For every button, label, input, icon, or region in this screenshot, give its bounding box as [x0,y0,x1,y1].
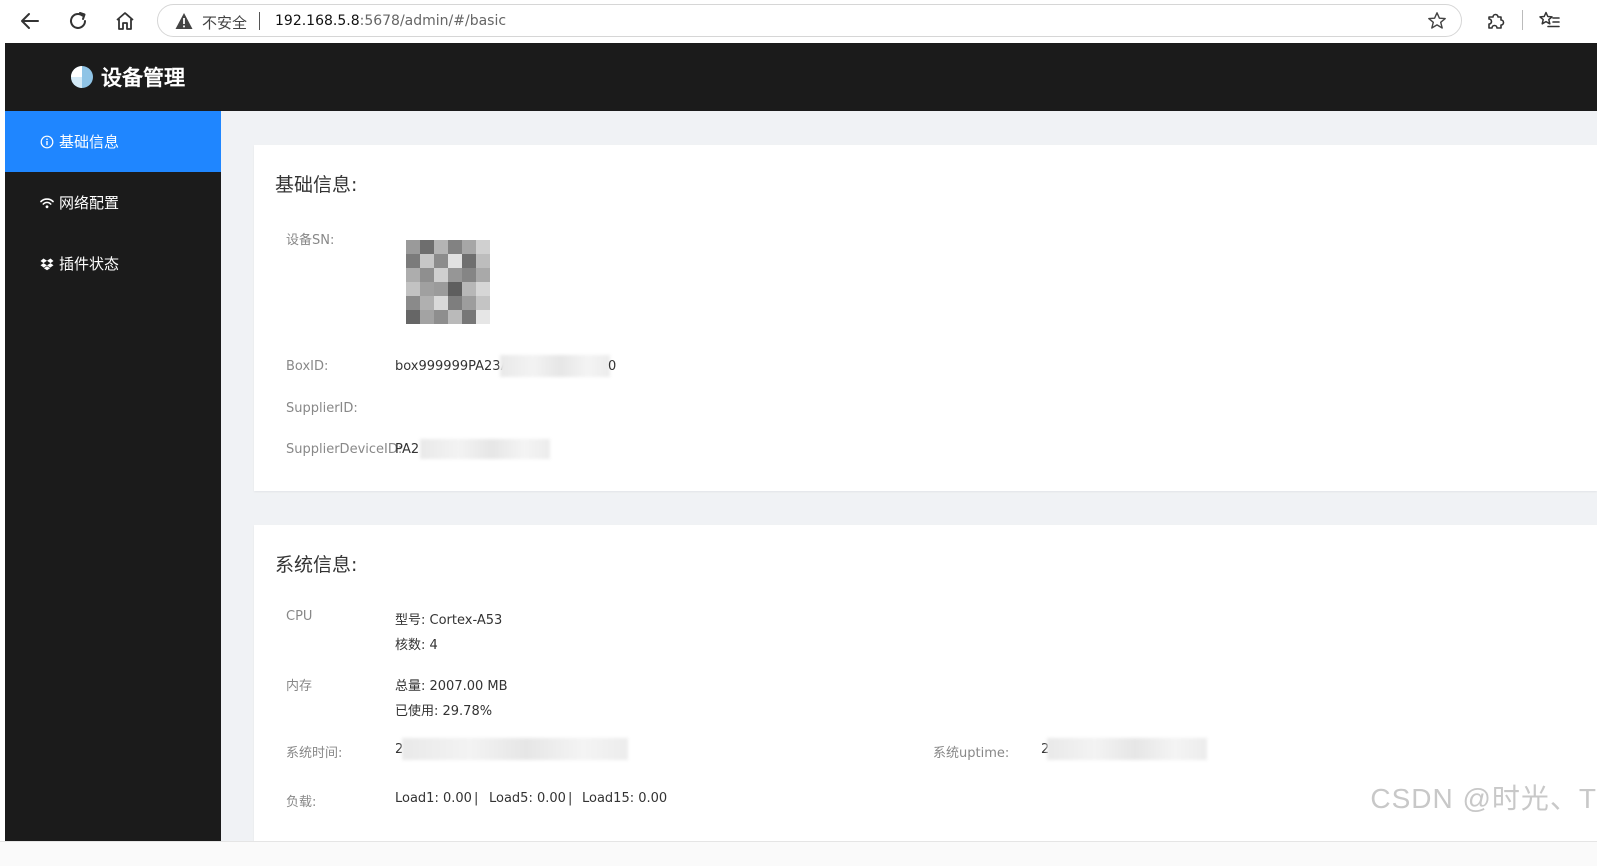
favorites-list-icon [1539,11,1560,28]
address-bar[interactable]: 不安全 192.168.5.8:5678/admin/#/basic [157,4,1462,37]
url-text[interactable]: 192.168.5.8:5678/admin/#/basic [275,13,506,29]
sidebar-item-label: 基础信息 [59,133,120,151]
sidebar-item-network-config[interactable]: 网络配置 [5,172,221,233]
supplier-device-id-label: SupplierDeviceID: [286,442,403,457]
cpu-label: CPU [286,609,313,624]
supplier-device-id-value-start: PA2 [395,442,420,457]
system-info-card: 系统信息: CPU 型号: Cortex-A53 核数: 4 内存 总量: 20… [254,525,1597,841]
sidebar-menu: 基础信息 网络配置 插件状态 [5,111,221,841]
load-separator: | [474,791,479,806]
browser-toolbar: 不安全 192.168.5.8:5678/admin/#/basic [0,0,1597,42]
home-icon [116,12,134,30]
boxid-value-end: 0 [608,359,617,374]
home-button[interactable] [111,7,139,35]
card-title: 基础信息: [275,174,358,196]
reload-icon [70,12,86,29]
pie-chart-logo-icon [71,66,93,88]
system-time-redacted [402,738,628,760]
bookmark-star-icon[interactable] [1427,11,1447,31]
uptime-label: 系统uptime: [933,746,1010,761]
memory-used: 已使用: 29.78% [395,704,493,719]
sidebar-item-basic-info[interactable]: 基础信息 [5,111,221,172]
load1-value: Load1: 0.00 [395,791,472,806]
boxid-label: BoxID: [286,359,329,374]
dropbox-icon [40,258,54,270]
sidebar-item-label: 网络配置 [59,194,120,212]
supplierid-label: SupplierID: [286,401,358,416]
boxid-redacted [500,355,610,377]
load-label: 负载: [286,795,317,810]
device-sn-label: 设备SN: [286,233,335,248]
boxid-value-start: box999999PA23A [395,359,510,374]
puzzle-icon [1488,13,1505,29]
cpu-cores: 核数: 4 [395,638,438,653]
load-separator: | [568,791,573,806]
address-divider [259,12,260,30]
sidebar-item-label: 插件状态 [59,255,120,273]
csdn-watermark: CSDN @时光、T [1370,783,1597,814]
wifi-icon [40,197,54,208]
url-path: :5678/admin/#/basic [359,13,507,29]
app-header: 设备管理 [5,43,1597,111]
info-circle-icon [40,135,54,148]
load5-value: Load5: 0.00 [489,791,566,806]
uptime-redacted [1047,738,1207,760]
toolbar-divider [1522,10,1523,30]
warning-icon [175,13,193,29]
favorites-button[interactable] [1535,7,1563,35]
main-content: 基础信息: 设备SN: BoxID: box999999PA23A 0 Supp… [221,111,1597,841]
back-button[interactable] [16,7,44,35]
security-status-label[interactable]: 不安全 [202,12,247,33]
sidebar-item-plugin-status[interactable]: 插件状态 [5,233,221,294]
reload-button[interactable] [64,7,92,35]
memory-total: 总量: 2007.00 MB [395,679,508,694]
card-title: 系统信息: [275,554,358,576]
url-host: 192.168.5.8 [275,13,360,29]
memory-label: 内存 [286,679,313,694]
bottom-strip [0,841,1597,866]
app-window: 设备管理 基础信息 网络配置 插件状态 基础信息: 设备SN: BoxID: b… [5,43,1597,841]
app-title: 设备管理 [101,66,185,90]
supplier-device-id-redacted [420,439,550,459]
arrow-left-icon [21,13,39,29]
load15-value: Load15: 0.00 [582,791,668,806]
cpu-model: 型号: Cortex-A53 [395,613,503,628]
extensions-button[interactable] [1482,7,1510,35]
system-time-label: 系统时间: [286,746,343,761]
device-sn-qr-code [406,240,490,324]
basic-info-card: 基础信息: 设备SN: BoxID: box999999PA23A 0 Supp… [254,145,1597,491]
